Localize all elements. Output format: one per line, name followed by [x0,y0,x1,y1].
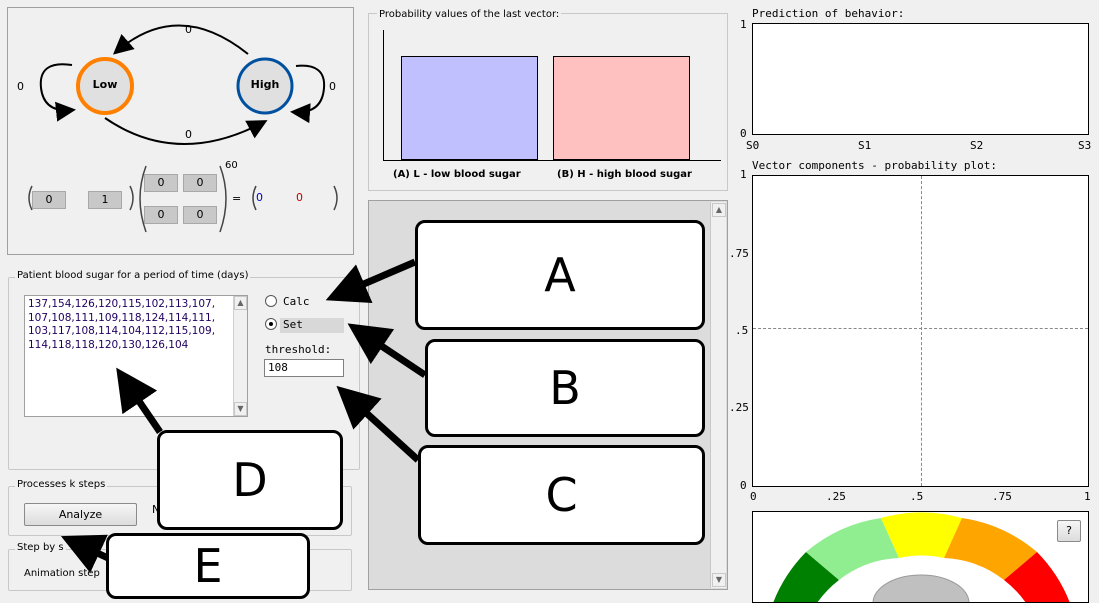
vector-y-tick-75: .75 [729,247,749,260]
result-cell-1: 0 [296,191,303,204]
step-title: Step by s [15,542,66,553]
matrix-cell-2: 0 [144,206,178,224]
threshold-input[interactable]: 108 [264,359,344,377]
vector-plot-area [752,175,1089,487]
blood-sugar-data[interactable]: 137,154,126,120,115,102,113,107, 107,108… [28,298,230,352]
equals-sign: = [232,192,242,205]
state-low-label: Low [92,78,118,91]
prediction-x-tick-s0: S0 [746,139,760,152]
callout-e: E [106,533,310,599]
vector-x-tick-1: 1 [1084,490,1091,503]
process-title: Processes k steps [15,479,108,490]
vector-cell-0: 0 [32,191,66,209]
bars-title: Probability values of the last vector: [377,9,562,20]
calc-radio[interactable] [265,295,277,307]
bar-b [553,56,690,160]
scroll-down-icon[interactable]: ▼ [712,573,726,587]
analyze-button[interactable]: Analyze [24,503,137,526]
self-loop-high [290,64,326,124]
set-radio[interactable] [265,318,277,330]
prediction-y-top: 1 [740,18,747,31]
vector-y-tick-5: .5 [735,324,749,337]
bars-panel: Probability values of the last vector: (… [368,9,728,191]
edge-top-weight: 0 [185,23,192,36]
markov-panel: Low High 0 0 0 0 0 1 0 0 0 0 60 = 0 0 [7,7,354,255]
state-high-label: High [250,78,280,91]
gauge-svg [773,512,1070,602]
matrix-exponent: 60 [225,160,238,171]
blood-sugar-textarea[interactable]: 137,154,126,120,115,102,113,107, 107,108… [24,295,248,417]
bar-a-label: (A) L - low blood sugar [393,169,521,180]
matrix-cell-3: 0 [183,206,217,224]
textarea-scroll-down-icon[interactable]: ▼ [234,402,247,416]
vector-x-tick-75: .75 [992,490,1012,503]
result-cell-0: 0 [256,191,263,204]
bar-b-label: (B) H - high blood sugar [557,169,692,180]
callout-a: A [415,220,705,330]
bars-y-axis [383,30,384,160]
blood-sugar-title: Patient blood sugar for a period of time… [15,270,251,281]
callout-d: D [157,430,343,530]
textarea-scrollbar[interactable]: ▲ ▼ [233,296,247,416]
set-label[interactable]: Set [283,318,303,331]
prediction-title: Prediction of behavior: [752,7,905,20]
output-scrollbar[interactable]: ▲ ▼ [710,202,726,588]
vector-y-tick-1: 1 [740,168,747,181]
threshold-value[interactable]: 108 [268,361,288,374]
gauge-panel: ? [752,511,1089,603]
gauge-hub [872,574,970,602]
vector-plot-vline [921,176,922,486]
bar-a [401,56,538,160]
prediction-x-tick-s2: S2 [970,139,984,152]
edge-bottom-weight: 0 [185,128,192,141]
prediction-plot-area [752,23,1089,135]
self-loop-low [39,63,76,122]
matrix-cell-1: 0 [183,174,217,192]
prediction-x-tick-s3: S3 [1078,139,1092,152]
self-low-weight: 0 [17,80,24,93]
vector-plot-hline [753,328,1088,329]
threshold-label: threshold: [265,343,332,356]
callout-c: C [418,445,705,545]
callout-b: B [425,339,705,437]
vector-x-tick-5: .5 [910,490,924,503]
help-button[interactable]: ? [1057,520,1081,542]
textarea-scroll-up-icon[interactable]: ▲ [234,296,247,310]
matrix-cell-0: 0 [144,174,178,192]
vector-cell-1: 1 [88,191,122,209]
calc-label[interactable]: Calc [283,295,310,308]
self-high-weight: 0 [329,80,336,93]
vector-y-tick-25: .25 [729,401,749,414]
bars-x-axis [383,160,721,161]
vector-x-tick-0: 0 [750,490,757,503]
vector-plot-title: Vector components - probability plot: [752,159,998,172]
scroll-up-icon[interactable]: ▲ [712,203,726,217]
prediction-x-tick-s1: S1 [858,139,872,152]
vector-y-tick-0: 0 [740,479,747,492]
vector-x-tick-25: .25 [826,490,846,503]
edge-high-to-low [112,24,249,55]
animation-step-label: Animation step [24,568,100,579]
